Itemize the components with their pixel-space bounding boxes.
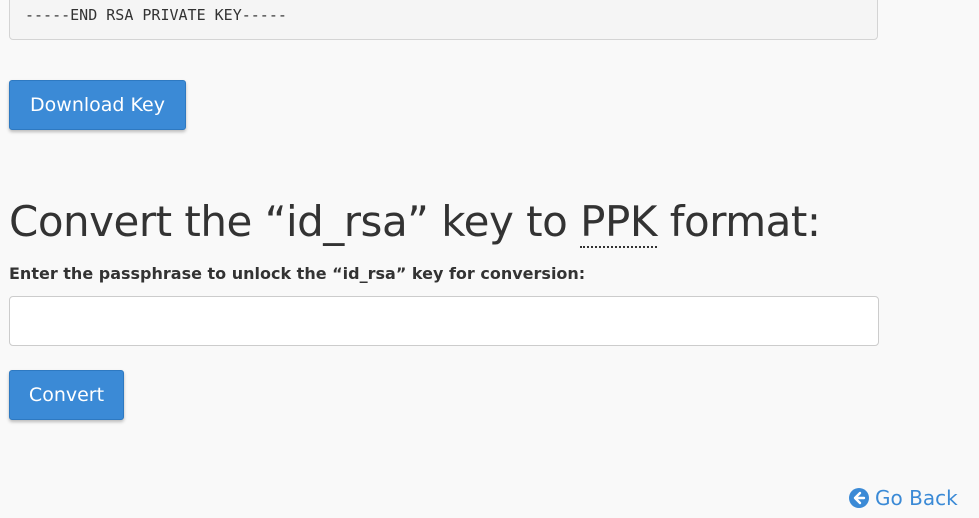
go-back-link[interactable]: Go Back [849,486,958,510]
passphrase-label-prefix: Enter the passphrase to unlock the “ [9,264,343,283]
key-end-line: -----END RSA PRIVATE KEY----- [25,6,287,24]
convert-button[interactable]: Convert [9,370,124,420]
ppk-abbreviation: PPK [580,197,657,248]
convert-heading-prefix: Convert the “id_rsa” key to [9,197,581,246]
convert-heading: Convert the “id_rsa” key to PPK format: [9,192,821,252]
download-key-button[interactable]: Download Key [9,80,186,130]
private-key-textarea[interactable]: -----END RSA PRIVATE KEY----- [9,0,878,40]
passphrase-label-suffix: ” key for conversion: [395,264,586,283]
passphrase-label: Enter the passphrase to unlock the “id_r… [9,264,585,283]
arrow-circle-left-icon [849,488,869,508]
page: -----END RSA PRIVATE KEY----- Download K… [0,0,979,518]
convert-heading-suffix: format: [656,197,821,246]
passphrase-label-key: id_rsa [342,264,396,283]
passphrase-input[interactable] [9,296,879,346]
go-back-label: Go Back [875,486,958,510]
